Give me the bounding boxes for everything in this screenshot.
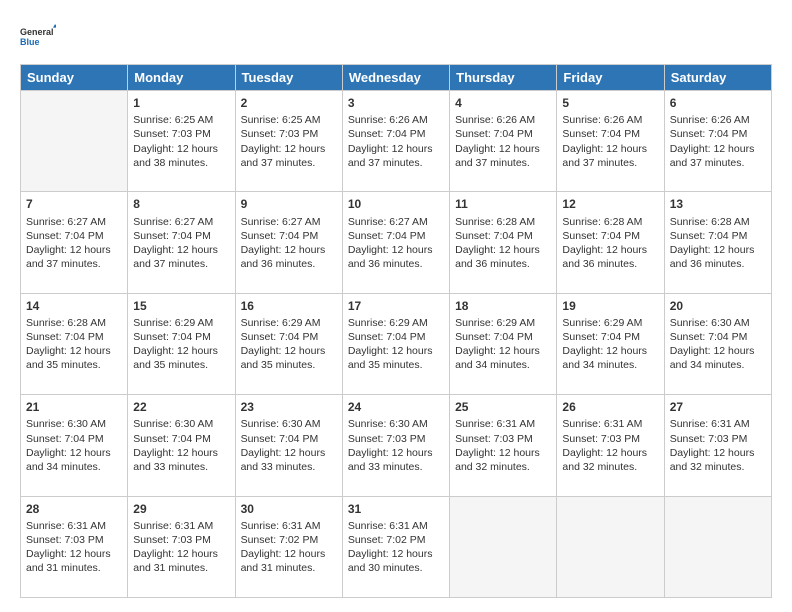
calendar-cell: 28Sunrise: 6:31 AMSunset: 7:03 PMDayligh… (21, 496, 128, 597)
day-number: 22 (133, 399, 229, 415)
calendar-cell: 24Sunrise: 6:30 AMSunset: 7:03 PMDayligh… (342, 395, 449, 496)
svg-text:Blue: Blue (20, 37, 40, 47)
calendar-cell: 5Sunrise: 6:26 AMSunset: 7:04 PMDaylight… (557, 91, 664, 192)
day-number: 29 (133, 501, 229, 517)
calendar-day-header: Tuesday (235, 65, 342, 91)
calendar-day-header: Wednesday (342, 65, 449, 91)
day-number: 16 (241, 298, 337, 314)
calendar-day-header: Sunday (21, 65, 128, 91)
calendar-cell: 3Sunrise: 6:26 AMSunset: 7:04 PMDaylight… (342, 91, 449, 192)
calendar-cell: 15Sunrise: 6:29 AMSunset: 7:04 PMDayligh… (128, 293, 235, 394)
day-number: 25 (455, 399, 551, 415)
day-number: 27 (670, 399, 766, 415)
day-number: 11 (455, 196, 551, 212)
calendar-cell: 10Sunrise: 6:27 AMSunset: 7:04 PMDayligh… (342, 192, 449, 293)
logo-svg: General Blue (20, 18, 56, 54)
calendar-cell: 31Sunrise: 6:31 AMSunset: 7:02 PMDayligh… (342, 496, 449, 597)
day-number: 28 (26, 501, 122, 517)
day-number: 8 (133, 196, 229, 212)
calendar-cell: 20Sunrise: 6:30 AMSunset: 7:04 PMDayligh… (664, 293, 771, 394)
calendar-cell: 1Sunrise: 6:25 AMSunset: 7:03 PMDaylight… (128, 91, 235, 192)
calendar-day-header: Monday (128, 65, 235, 91)
day-number: 15 (133, 298, 229, 314)
logo: General Blue (20, 18, 56, 54)
day-number: 5 (562, 95, 658, 111)
calendar-cell: 29Sunrise: 6:31 AMSunset: 7:03 PMDayligh… (128, 496, 235, 597)
calendar-cell: 13Sunrise: 6:28 AMSunset: 7:04 PMDayligh… (664, 192, 771, 293)
calendar-day-header: Friday (557, 65, 664, 91)
day-number: 18 (455, 298, 551, 314)
day-number: 20 (670, 298, 766, 314)
calendar-cell: 6Sunrise: 6:26 AMSunset: 7:04 PMDaylight… (664, 91, 771, 192)
calendar-cell (450, 496, 557, 597)
calendar-cell (664, 496, 771, 597)
calendar-day-header: Thursday (450, 65, 557, 91)
calendar-cell: 21Sunrise: 6:30 AMSunset: 7:04 PMDayligh… (21, 395, 128, 496)
day-number: 7 (26, 196, 122, 212)
header: General Blue (20, 18, 772, 54)
day-number: 31 (348, 501, 444, 517)
day-number: 23 (241, 399, 337, 415)
calendar-week-row: 14Sunrise: 6:28 AMSunset: 7:04 PMDayligh… (21, 293, 772, 394)
calendar-cell: 25Sunrise: 6:31 AMSunset: 7:03 PMDayligh… (450, 395, 557, 496)
day-number: 9 (241, 196, 337, 212)
calendar-cell: 22Sunrise: 6:30 AMSunset: 7:04 PMDayligh… (128, 395, 235, 496)
day-number: 2 (241, 95, 337, 111)
calendar-cell: 27Sunrise: 6:31 AMSunset: 7:03 PMDayligh… (664, 395, 771, 496)
page: General Blue SundayMondayTuesdayWednesda… (0, 0, 792, 612)
day-number: 30 (241, 501, 337, 517)
day-number: 19 (562, 298, 658, 314)
day-number: 21 (26, 399, 122, 415)
calendar-day-header: Saturday (664, 65, 771, 91)
day-number: 12 (562, 196, 658, 212)
calendar-cell: 9Sunrise: 6:27 AMSunset: 7:04 PMDaylight… (235, 192, 342, 293)
day-number: 17 (348, 298, 444, 314)
calendar-table: SundayMondayTuesdayWednesdayThursdayFrid… (20, 64, 772, 598)
calendar-week-row: 21Sunrise: 6:30 AMSunset: 7:04 PMDayligh… (21, 395, 772, 496)
day-number: 4 (455, 95, 551, 111)
calendar-cell: 18Sunrise: 6:29 AMSunset: 7:04 PMDayligh… (450, 293, 557, 394)
calendar-week-row: 7Sunrise: 6:27 AMSunset: 7:04 PMDaylight… (21, 192, 772, 293)
svg-text:General: General (20, 27, 54, 37)
day-number: 1 (133, 95, 229, 111)
day-number: 10 (348, 196, 444, 212)
day-number: 13 (670, 196, 766, 212)
day-number: 6 (670, 95, 766, 111)
calendar-cell (557, 496, 664, 597)
calendar-week-row: 28Sunrise: 6:31 AMSunset: 7:03 PMDayligh… (21, 496, 772, 597)
day-number: 24 (348, 399, 444, 415)
calendar-cell: 8Sunrise: 6:27 AMSunset: 7:04 PMDaylight… (128, 192, 235, 293)
calendar-cell (21, 91, 128, 192)
calendar-week-row: 1Sunrise: 6:25 AMSunset: 7:03 PMDaylight… (21, 91, 772, 192)
day-number: 26 (562, 399, 658, 415)
calendar-cell: 16Sunrise: 6:29 AMSunset: 7:04 PMDayligh… (235, 293, 342, 394)
day-number: 3 (348, 95, 444, 111)
calendar-cell: 2Sunrise: 6:25 AMSunset: 7:03 PMDaylight… (235, 91, 342, 192)
calendar-cell: 17Sunrise: 6:29 AMSunset: 7:04 PMDayligh… (342, 293, 449, 394)
calendar-cell: 14Sunrise: 6:28 AMSunset: 7:04 PMDayligh… (21, 293, 128, 394)
calendar-cell: 23Sunrise: 6:30 AMSunset: 7:04 PMDayligh… (235, 395, 342, 496)
calendar-cell: 7Sunrise: 6:27 AMSunset: 7:04 PMDaylight… (21, 192, 128, 293)
calendar-cell: 4Sunrise: 6:26 AMSunset: 7:04 PMDaylight… (450, 91, 557, 192)
day-number: 14 (26, 298, 122, 314)
calendar-header-row: SundayMondayTuesdayWednesdayThursdayFrid… (21, 65, 772, 91)
calendar-cell: 19Sunrise: 6:29 AMSunset: 7:04 PMDayligh… (557, 293, 664, 394)
calendar-cell: 12Sunrise: 6:28 AMSunset: 7:04 PMDayligh… (557, 192, 664, 293)
calendar-cell: 30Sunrise: 6:31 AMSunset: 7:02 PMDayligh… (235, 496, 342, 597)
calendar-cell: 26Sunrise: 6:31 AMSunset: 7:03 PMDayligh… (557, 395, 664, 496)
calendar-cell: 11Sunrise: 6:28 AMSunset: 7:04 PMDayligh… (450, 192, 557, 293)
